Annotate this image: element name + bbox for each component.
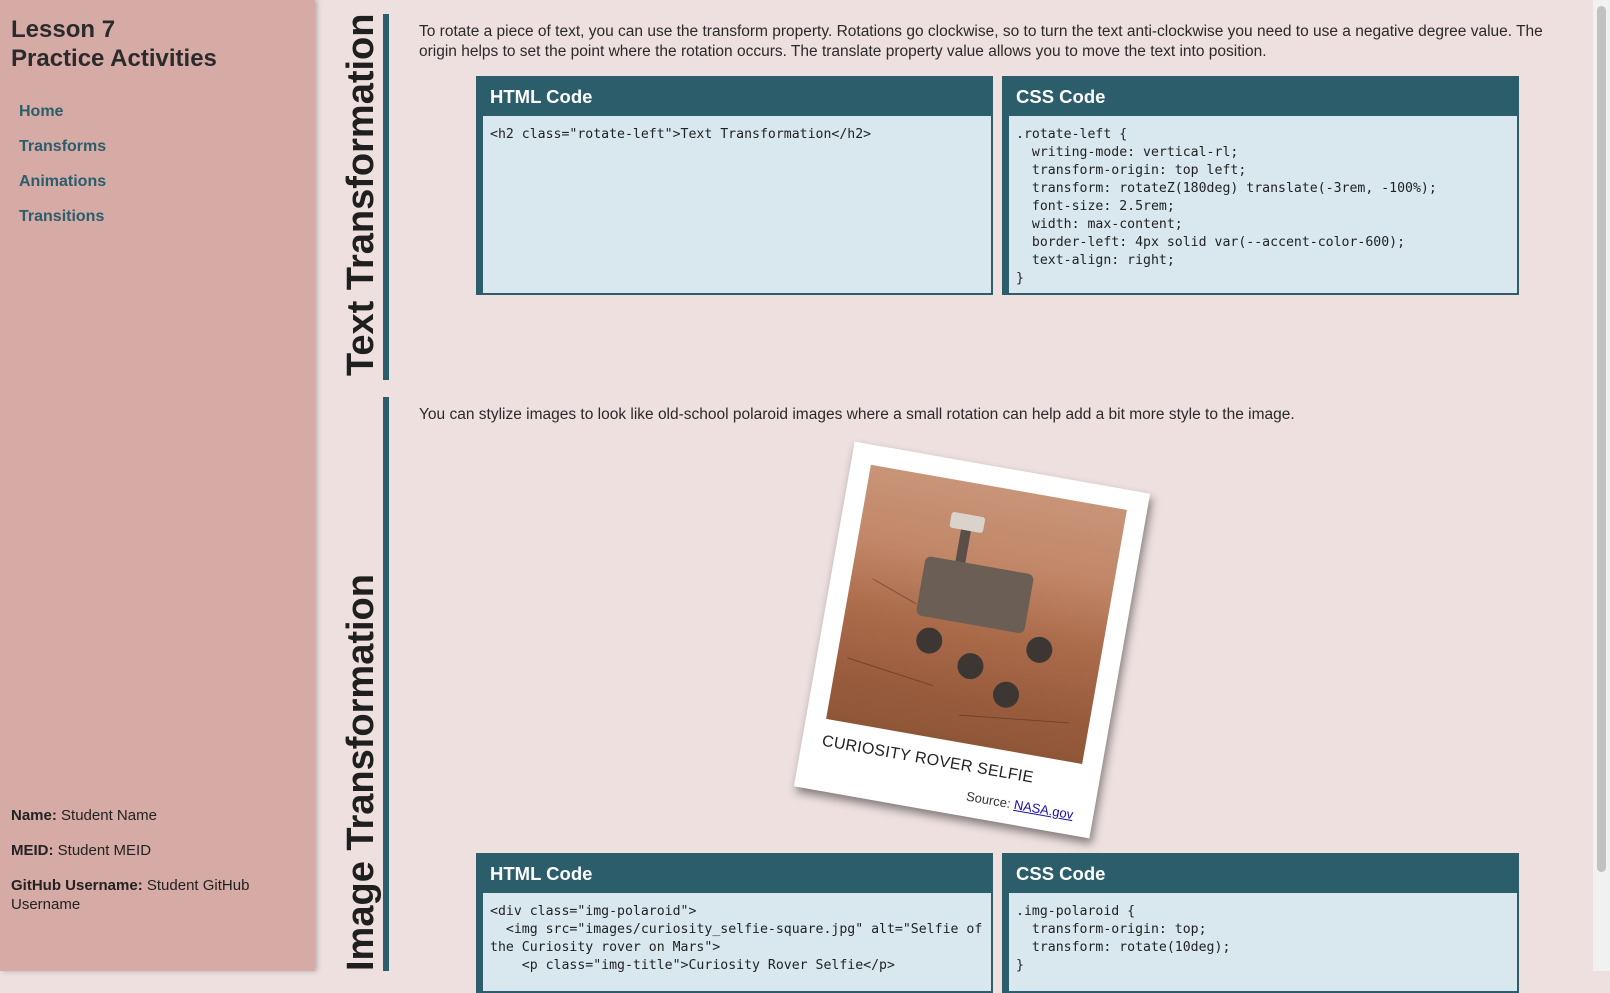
section-heading-image-transformation: Image Transformation [339, 397, 389, 971]
polaroid-source: Source: NASA.gov [965, 789, 1074, 823]
vertical-scrollbar[interactable] [1593, 0, 1610, 971]
page-title-line2: Practice Activities [11, 45, 217, 72]
student-meid: MEID: Student MEID [11, 841, 291, 860]
section-heading-text-transformation: Text Transformation [339, 14, 389, 380]
html-code-panel-title: HTML Code [483, 78, 991, 116]
html-code-block: <div class="img-polaroid"> <img src="ima… [490, 904, 983, 973]
sidebar-nav: Home Transforms Animations Transitions [19, 100, 106, 240]
student-meid-value: Student MEID [57, 842, 152, 859]
student-meid-label: MEID: [11, 842, 54, 859]
html-code-panel-text: HTML Code <h2 class="rotate-left">Text T… [476, 76, 993, 295]
css-code-panel-title: CSS Code [1009, 855, 1517, 893]
section-paragraph-text: To rotate a piece of text, you can use t… [419, 23, 1543, 60]
page-title: Lesson 7 Practice Activities [11, 15, 217, 73]
student-name-value: Student Name [61, 807, 157, 824]
sidebar: Lesson 7 Practice Activities Home Transf… [0, 0, 315, 971]
nav-link-transitions[interactable]: Transitions [19, 208, 104, 225]
curiosity-rover-photo [826, 464, 1127, 765]
scrollbar-thumb[interactable] [1597, 6, 1606, 872]
student-github-label: GitHub Username: [11, 877, 143, 894]
student-name: Name: Student Name [11, 806, 291, 825]
html-code-panel-image: HTML Code <div class="img-polaroid"> <im… [476, 853, 993, 993]
section-paragraph-image: You can stylize images to look like old-… [419, 406, 1295, 423]
html-code-block: <h2 class="rotate-left">Text Transformat… [490, 127, 872, 142]
css-code-panel-image: CSS Code .img-polaroid { transform-origi… [1002, 853, 1519, 993]
css-code-panel-title: CSS Code [1009, 78, 1517, 116]
html-code-panel-title: HTML Code [483, 855, 991, 893]
student-github: GitHub Username: Student GitHub Username [11, 876, 291, 914]
css-code-block: .img-polaroid { transform-origin: top; t… [1016, 904, 1231, 973]
nav-link-home[interactable]: Home [19, 103, 63, 120]
nav-link-animations[interactable]: Animations [19, 173, 106, 190]
nav-link-transforms[interactable]: Transforms [19, 138, 106, 155]
source-label: Source: [965, 788, 1012, 812]
student-info: Name: Student Name MEID: Student MEID Gi… [11, 806, 291, 930]
source-link[interactable]: NASA.gov [1013, 797, 1075, 822]
student-name-label: Name: [11, 807, 57, 824]
page-title-line1: Lesson 7 [11, 16, 116, 43]
css-code-panel-text: CSS Code .rotate-left { writing-mode: ve… [1002, 76, 1519, 295]
css-code-block: .rotate-left { writing-mode: vertical-rl… [1016, 127, 1437, 286]
polaroid-image: Curiosity Rover Selfie Source: NASA.gov [793, 441, 1151, 839]
